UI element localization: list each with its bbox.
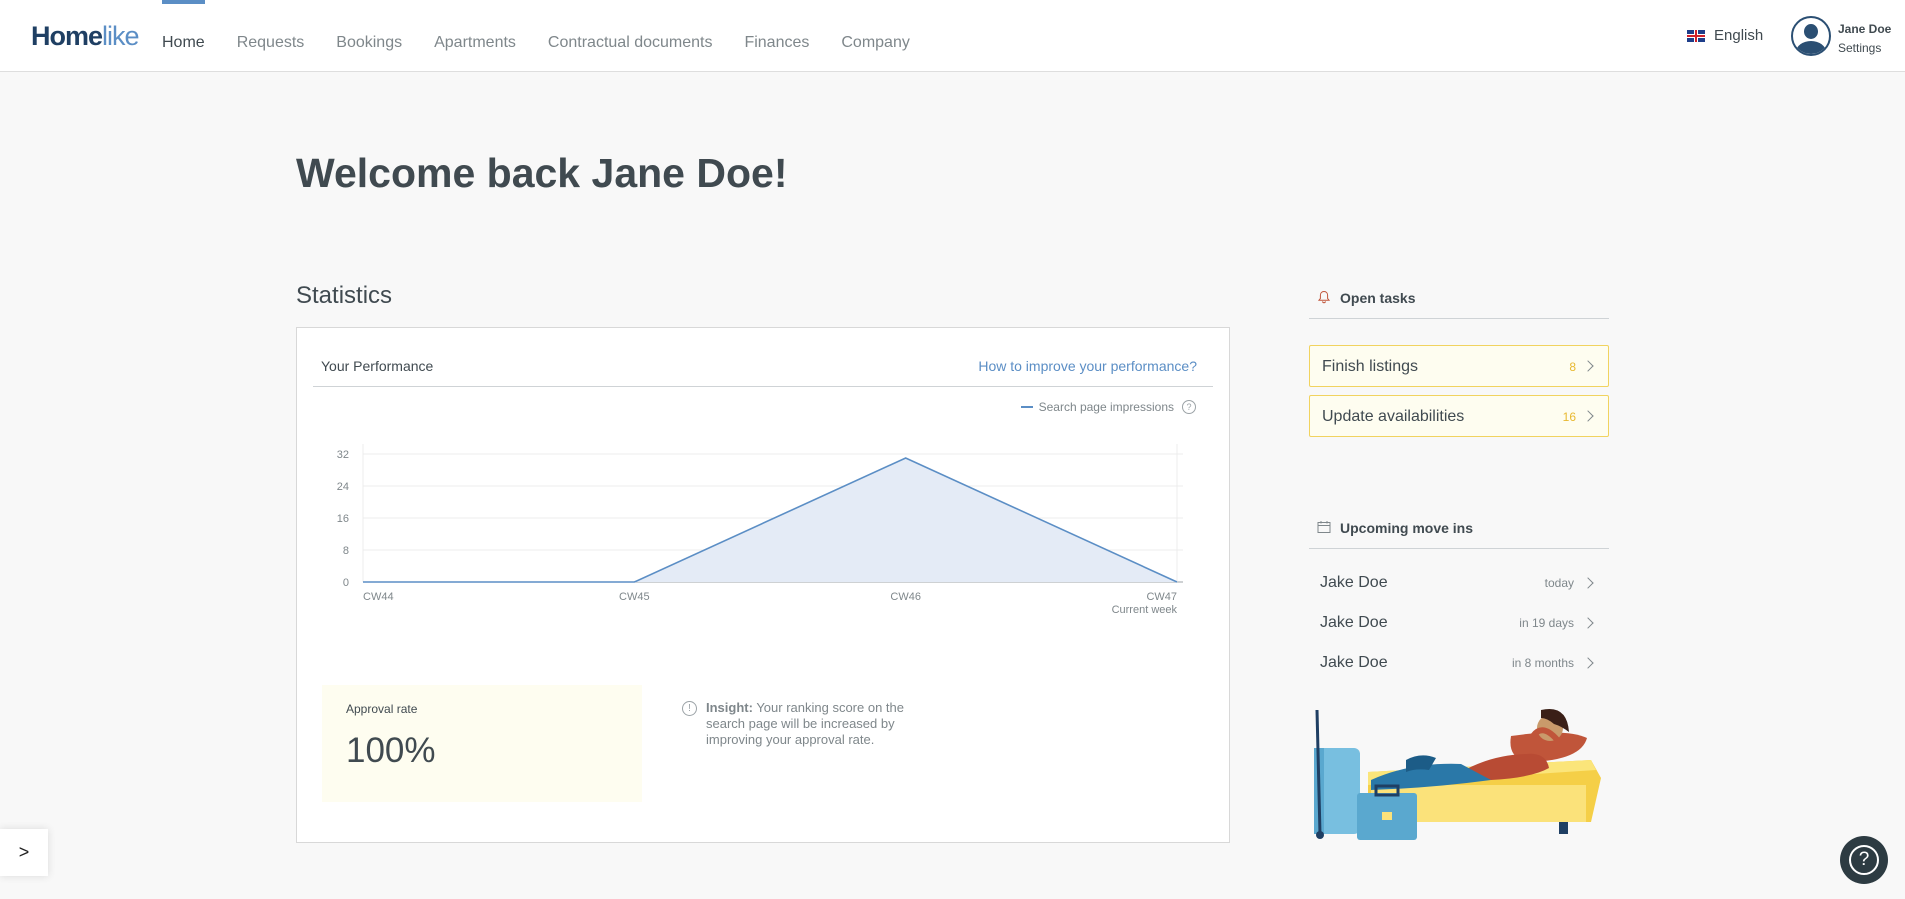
welcome-name: Jane Doe! — [591, 150, 788, 196]
upcoming-move-ins-label: Upcoming move ins — [1340, 520, 1474, 536]
approval-rate-label: Approval rate — [346, 702, 418, 716]
guest-name: Jake Doe — [1320, 574, 1388, 591]
help-question-icon[interactable]: ? — [1182, 400, 1196, 414]
relaxing-traveler-illustration — [1314, 708, 1601, 840]
legend-label: Search page impressions — [1038, 400, 1174, 414]
main-nav: Home Requests Bookings Apartments Contra… — [162, 0, 942, 72]
move-in-row[interactable]: Jake Doe in 8 months — [1309, 646, 1609, 686]
approval-rate-box: Approval rate 100% — [322, 685, 642, 802]
nav-item-contractual-documents[interactable]: Contractual documents — [548, 0, 713, 72]
question-mark-icon: ? — [1849, 845, 1879, 875]
nav-item-home[interactable]: Home — [162, 0, 205, 72]
chevron-right-icon — [1582, 360, 1594, 372]
nav-item-requests[interactable]: Requests — [237, 0, 305, 72]
task-finish-listings[interactable]: Finish listings 8 — [1309, 345, 1609, 387]
performance-card: Your Performance How to improve your per… — [296, 327, 1230, 843]
impressions-chart: 0 8 16 24 32 CW44 CW45 CW46 CW47Current week — [337, 444, 1183, 616]
settings-link[interactable]: Settings — [1838, 39, 1891, 58]
avatar[interactable] — [1791, 16, 1831, 56]
x-tick-sublabel: Current week — [1112, 604, 1178, 616]
chart-legend: Search page impressions ? — [1020, 400, 1196, 414]
task-count: 16 — [1562, 410, 1576, 424]
language-selector[interactable]: English — [1687, 27, 1763, 44]
upcoming-move-ins-title: Upcoming move ins — [1309, 519, 1609, 549]
task-label: Finish listings — [1322, 358, 1419, 375]
y-tick-label: 0 — [343, 577, 349, 589]
move-in-date: in 8 months — [1511, 656, 1574, 670]
open-tasks-label: Open tasks — [1340, 290, 1416, 306]
move-in-row[interactable]: Jake Doe in 19 days — [1309, 606, 1609, 646]
nav-item-company[interactable]: Company — [841, 0, 909, 72]
nav-item-bookings[interactable]: Bookings — [336, 0, 402, 72]
welcome-prefix: Welcome back — [296, 150, 581, 196]
bell-icon — [1317, 290, 1331, 304]
insight-label: Insight: — [706, 700, 753, 715]
logo-thin-text: like — [102, 21, 140, 51]
help-button[interactable]: ? — [1840, 836, 1888, 884]
language-label: English — [1714, 27, 1764, 44]
statistics-title: Statistics — [296, 282, 393, 309]
chevron-right-icon — [1582, 577, 1594, 589]
top-header: Homelike Home Requests Bookings Apartmen… — [0, 0, 1905, 72]
x-tick-label: CW44 — [363, 591, 394, 603]
move-in-date: in 19 days — [1519, 616, 1574, 630]
divider — [313, 386, 1213, 387]
y-tick-label: 16 — [337, 513, 349, 525]
task-update-availabilities[interactable]: Update availabilities 16 — [1309, 395, 1609, 437]
task-count: 8 — [1569, 360, 1576, 374]
chevron-right-icon — [1582, 410, 1594, 422]
insight-note: ! Insight: Your ranking score on the sea… — [682, 700, 917, 748]
x-tick-label: CW47 — [1146, 591, 1177, 603]
nav-item-finances[interactable]: Finances — [744, 0, 809, 72]
uk-flag-icon — [1687, 29, 1705, 42]
logo-bold-text: Home — [31, 21, 103, 51]
nav-item-apartments[interactable]: Apartments — [434, 0, 516, 72]
improve-performance-link[interactable]: How to improve your performance? — [978, 358, 1197, 374]
user-name: Jane Doe — [1838, 22, 1892, 36]
approval-rate-value: 100% — [346, 731, 436, 770]
chevron-right-icon — [1582, 657, 1594, 669]
calendar-icon — [1317, 521, 1331, 533]
guest-name: Jake Doe — [1320, 614, 1388, 631]
y-tick-label: 32 — [337, 449, 349, 461]
chevron-right-icon — [1582, 617, 1594, 629]
info-icon: ! — [682, 701, 697, 716]
y-tick-label: 8 — [343, 545, 349, 557]
legend-swatch — [1020, 406, 1033, 408]
y-tick-label: 24 — [337, 481, 349, 493]
move-in-date: today — [1544, 576, 1574, 590]
x-tick-label: CW45 — [619, 591, 650, 603]
user-menu[interactable]: Jane Doe Settings — [1838, 20, 1891, 58]
sidebar-toggle-button[interactable]: > — [0, 829, 48, 876]
page-title: Welcome back Jane Doe! — [296, 150, 787, 197]
x-tick-label: CW46 — [890, 591, 921, 603]
open-tasks-title: Open tasks — [1309, 289, 1609, 319]
guest-name: Jake Doe — [1320, 654, 1388, 671]
task-label: Update availabilities — [1322, 408, 1465, 425]
move-in-row[interactable]: Jake Doe today — [1309, 566, 1609, 606]
performance-title: Your Performance — [321, 358, 434, 374]
homelike-logo[interactable]: Homelike — [31, 21, 140, 52]
